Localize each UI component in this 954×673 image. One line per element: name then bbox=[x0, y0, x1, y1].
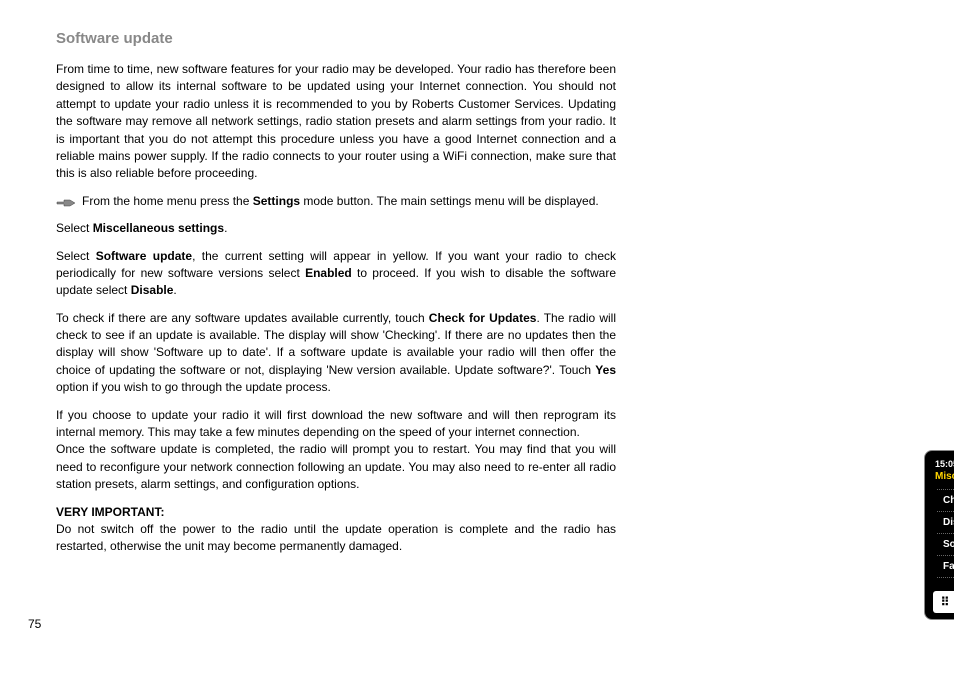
hand-pointing-icon bbox=[56, 195, 76, 214]
step-4: To check if there are any software updat… bbox=[56, 310, 616, 407]
page-number: 75 bbox=[28, 617, 41, 631]
menu-item-software-version[interactable]: Software version bbox=[937, 534, 954, 556]
step-6: Once the software update is completed, t… bbox=[56, 441, 616, 503]
home-grid-button[interactable]: ⠿ bbox=[933, 591, 954, 613]
step-2: Select Miscellaneous settings. bbox=[56, 220, 616, 247]
status-bar: 15:05 26 Jun 2010 bbox=[931, 457, 954, 471]
menu-item-display-backlight[interactable]: Display backlight bbox=[937, 512, 954, 534]
step-3: Select Software update, the current sett… bbox=[56, 248, 616, 310]
step-1: From the home menu press the Settings mo… bbox=[56, 193, 616, 210]
body-text-column: From time to time, new software features… bbox=[56, 61, 616, 556]
scroll-indicator-down: ▼ bbox=[937, 576, 954, 585]
very-important: VERY IMPORTANT: Do not switch off the po… bbox=[56, 504, 616, 556]
menu-item-factory-reset[interactable]: Factory reset bbox=[937, 556, 954, 578]
page-title: Software update bbox=[56, 30, 924, 47]
menu-item-check-for-updates[interactable]: Check for updates bbox=[937, 490, 954, 512]
step-5: If you choose to update your radio it wi… bbox=[56, 407, 616, 442]
intro-paragraph: From time to time, new software features… bbox=[56, 61, 616, 193]
device-screen-misc-list: 15:05 26 Jun 2010 Miscellaneous settings… bbox=[924, 450, 954, 620]
